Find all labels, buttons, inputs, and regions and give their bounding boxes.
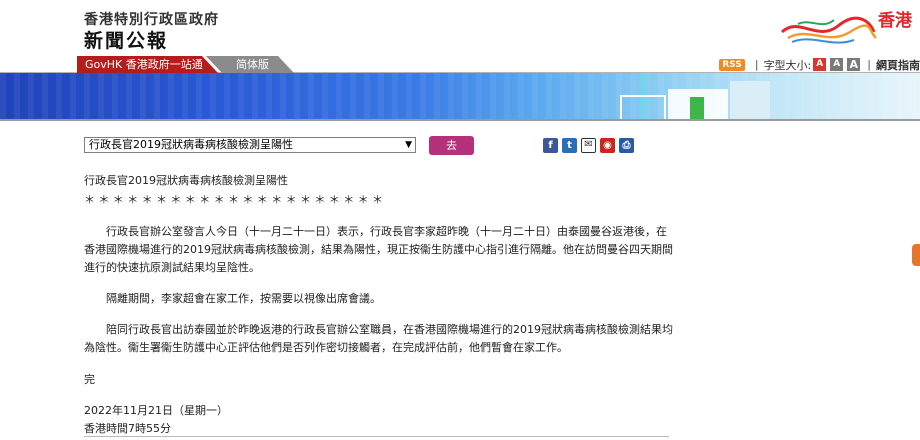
logo-text: 香港	[878, 11, 912, 31]
font-size-large-button[interactable]: A	[847, 58, 861, 71]
banner-decoration	[690, 97, 704, 119]
print-icon[interactable]: ⎙	[619, 138, 634, 153]
divider: |	[867, 58, 871, 71]
simplified-chinese-link[interactable]: 简体版	[206, 56, 294, 73]
weibo-icon[interactable]: ◉	[600, 138, 615, 153]
article-body: 行政長官2019冠狀病毒病核酸檢測呈陽性 ＊＊＊＊＊＊＊＊＊＊＊＊＊＊＊＊＊＊＊…	[84, 172, 674, 438]
banner-decoration	[730, 81, 770, 119]
twitter-icon[interactable]: t	[562, 138, 577, 153]
article-paragraph: 行政長官辦公室發言人今日（十一月二十一日）表示，行政長官李家超昨晚（十一月二十日…	[84, 225, 673, 274]
font-size-medium-button[interactable]: A	[830, 58, 844, 71]
page-title: 新聞公報	[84, 30, 169, 52]
sitemap-link[interactable]: 網頁指南	[876, 57, 920, 73]
banner-stripes	[0, 73, 920, 119]
go-button[interactable]: 去	[429, 136, 474, 155]
banner-decoration	[620, 95, 666, 119]
email-icon[interactable]: ✉	[581, 138, 596, 153]
utility-links: RSS | 字型大小: A A A | 網頁指南	[719, 56, 920, 73]
article-paragraph: 隔離期間，李家超會在家工作，按需要以視像出席會議。	[106, 292, 381, 305]
banner-image	[0, 73, 920, 119]
nav-strip: GovHK 香港政府一站通 简体版 RSS | 字型大小: A A A | 網頁…	[0, 56, 920, 73]
rss-label: RSS	[722, 59, 742, 70]
font-size-small-button[interactable]: A	[813, 58, 827, 71]
nav-tabs: GovHK 香港政府一站通 简体版	[77, 56, 294, 73]
divider: |	[754, 58, 759, 71]
font-size-label: 字型大小:	[763, 58, 812, 72]
publish-date: 2022年11月21日（星期一）	[84, 404, 228, 417]
headline-separator: ＊＊＊＊＊＊＊＊＊＊＊＊＊＊＊＊＊＊＊＊＊	[84, 193, 387, 206]
rss-icon[interactable]: RSS	[719, 58, 745, 71]
side-tab[interactable]	[912, 244, 920, 266]
chevron-down-icon: ▼	[405, 140, 412, 150]
banner-divider	[0, 119, 920, 121]
article-headline: 行政長官2019冠狀病毒病核酸檢測呈陽性	[84, 174, 288, 187]
facebook-icon[interactable]: f	[543, 138, 558, 153]
press-release-select[interactable]: 行政長官2019冠狀病毒病核酸檢測呈陽性 ▼	[84, 137, 416, 153]
govhk-link[interactable]: GovHK 香港政府一站通	[77, 56, 218, 73]
select-value: 行政長官2019冠狀病毒病核酸檢測呈陽性	[89, 138, 293, 151]
hong-kong-logo[interactable]: 香港	[778, 2, 920, 48]
share-icons: f t ✉ ◉ ⎙	[543, 138, 634, 153]
article-paragraph: 陪同行政長官出訪泰國並於昨晚返港的行政長官辦公室職員，在香港國際機場進行的201…	[84, 323, 673, 354]
article-end-mark: 完	[84, 373, 95, 386]
content-divider	[84, 436, 669, 437]
